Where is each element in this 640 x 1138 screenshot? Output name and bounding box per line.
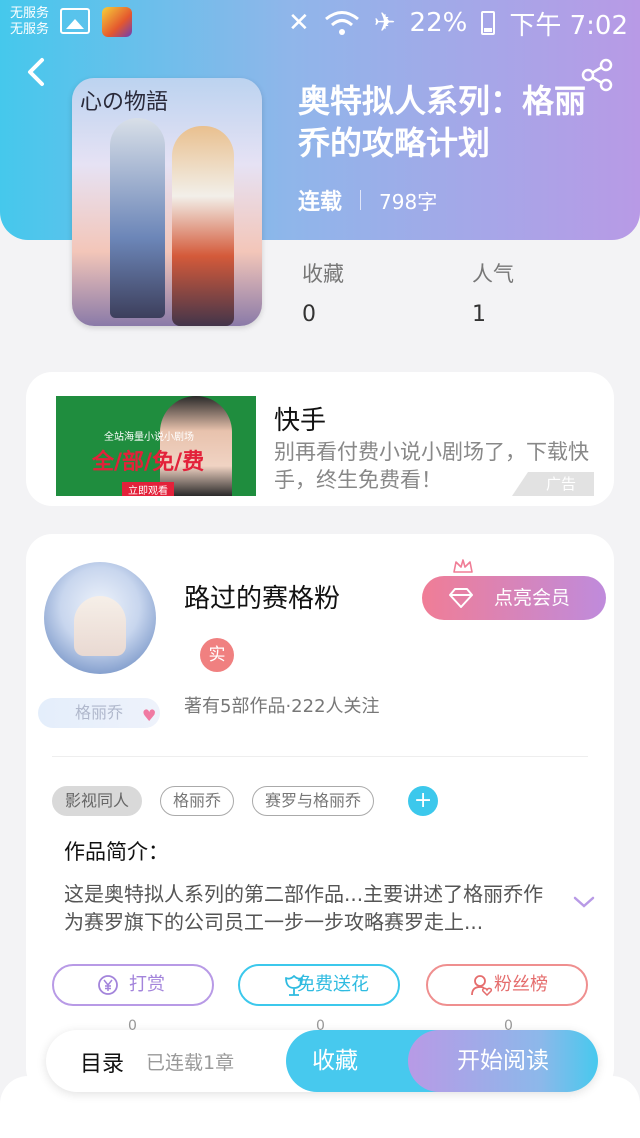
chevron-left-icon <box>28 58 44 86</box>
divider <box>360 190 362 210</box>
word-count: 798字 <box>379 189 438 214</box>
ad-image-slogan: 全/部/免/费 <box>92 450 205 475</box>
clock: 下午 7:02 <box>509 10 628 41</box>
intro-text[interactable]: 这是奥特拟人系列的第二部作品...主要讲述了格丽乔作为赛罗旗下的公司员工一步一步… <box>64 880 558 936</box>
popularity-stat: 人气 1 <box>472 258 514 327</box>
verified-badge: 实 <box>200 638 234 672</box>
ad-image[interactable]: 全站海量小说小剧场 全/部/免/费 立即观看 <box>56 396 256 496</box>
fans-label: 粉丝榜 <box>494 974 548 995</box>
flower-label: 免费送花 <box>297 974 369 995</box>
flower-icon <box>285 975 303 996</box>
crown-icon <box>453 559 473 573</box>
book-status: 连载 <box>298 190 343 215</box>
user-heart-icon <box>471 975 493 996</box>
author-card: 格丽乔 ♥ 路过的赛格粉 实 著有5部作品·222人关注 点亮会员 影视同人 格… <box>26 534 614 1094</box>
author-name[interactable]: 路过的赛格粉 <box>184 578 340 615</box>
vibrate-off-icon: ✕ <box>287 8 310 38</box>
diamond-icon <box>449 588 473 608</box>
popularity-value: 1 <box>472 302 486 327</box>
cover-title: 心の物語 <box>80 90 169 115</box>
back-button[interactable] <box>24 56 54 92</box>
chevron-down-icon[interactable] <box>572 894 596 910</box>
ad-watch-label: 立即观看 <box>122 482 174 496</box>
book-meta: 连载 798字 <box>298 184 437 216</box>
vip-button[interactable]: 点亮会员 <box>422 576 606 620</box>
battery-text: 22% <box>409 8 468 38</box>
favorites-value: 0 <box>302 302 316 327</box>
intro-title: 作品简介： <box>64 840 169 864</box>
ad-card[interactable]: 全站海量小说小剧场 全/部/免/费 立即观看 快手 别再看付费小说小剧场了，下载… <box>26 372 614 506</box>
fan-ranking-button[interactable]: 粉丝榜 <box>426 964 588 1006</box>
ad-title: 快手 <box>274 406 327 436</box>
carrier-text: 无服务 无服务 <box>10 6 50 37</box>
cover-figure <box>172 126 234 326</box>
gallery-icon <box>60 8 90 34</box>
add-tag-button[interactable]: + <box>408 786 439 816</box>
chapter-count[interactable]: 已连载1章 <box>146 1048 234 1075</box>
app-notification-icon <box>102 7 132 37</box>
avatar[interactable] <box>44 562 156 674</box>
vip-label: 点亮会员 <box>494 587 571 609</box>
favorites-stat: 收藏 0 <box>302 258 344 327</box>
ad-image-caption: 全站海量小说小剧场 <box>104 432 194 443</box>
popularity-label: 人气 <box>472 262 514 286</box>
wifi-icon <box>324 11 359 35</box>
airplane-mode-icon: ✈ <box>373 8 396 38</box>
book-title: 奥特拟人系列：格丽乔的攻略计划 <box>298 82 587 162</box>
start-reading-button[interactable]: 开始阅读 <box>408 1030 598 1092</box>
send-flower-button[interactable]: 免费送花 <box>238 964 400 1006</box>
toc-button[interactable]: 目录 <box>80 1046 124 1078</box>
divider <box>52 756 588 757</box>
tag-item[interactable]: 格丽乔 <box>160 786 235 816</box>
author-stats: 著有5部作品·222人关注 <box>184 696 380 717</box>
yen-coin-icon <box>98 975 118 995</box>
book-cover[interactable]: 心の物語 <box>72 78 262 326</box>
tag-item[interactable]: 赛罗与格丽乔 <box>252 786 375 816</box>
status-icons: ✕ ✈ 22% 下午 7:02 <box>287 6 628 41</box>
tag-list: 影视同人 格丽乔 赛罗与格丽乔 + <box>52 786 439 816</box>
battery-icon <box>481 11 496 35</box>
favorites-label: 收藏 <box>302 262 344 286</box>
status-bar: 无服务 无服务 ✕ ✈ 22% 下午 7:02 <box>0 0 640 48</box>
reward-label: 打赏 <box>129 974 165 995</box>
cover-figure <box>110 118 165 318</box>
tag-item[interactable]: 影视同人 <box>52 786 143 816</box>
heart-icon: ♥ <box>142 706 157 725</box>
bottom-action-bar: 目录 已连载1章 收藏 开始阅读 <box>46 1030 598 1092</box>
reward-button[interactable]: 打赏 <box>52 964 214 1006</box>
